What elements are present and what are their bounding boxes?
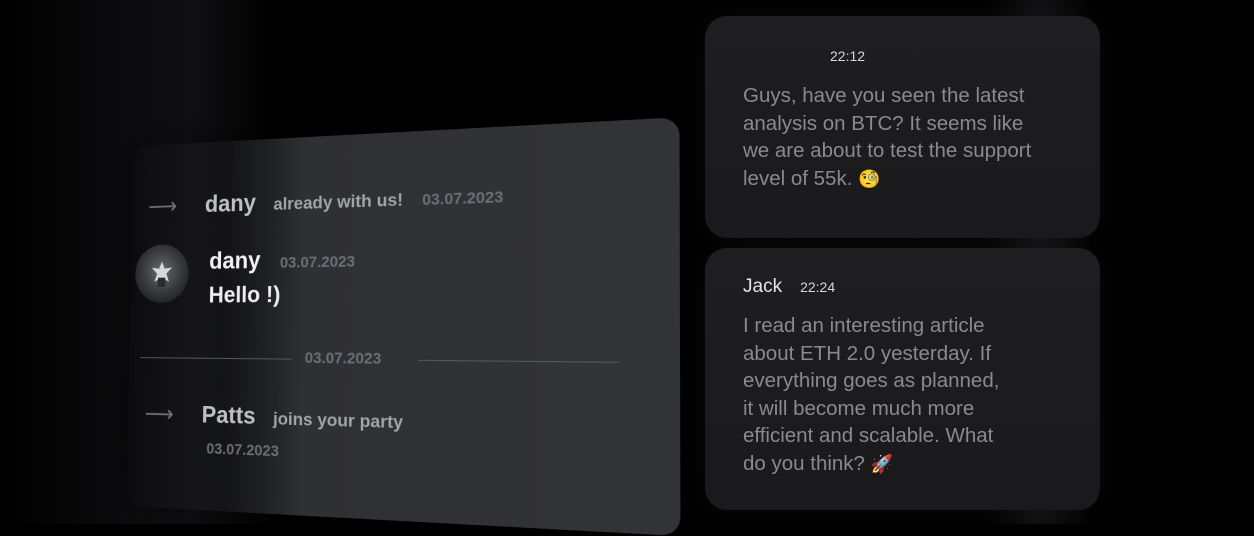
- message-line: level of 55k.: [743, 166, 853, 190]
- message-line: analysis on BTC? It seems like: [743, 111, 1024, 135]
- event-date-row: 03.07.2023: [206, 440, 279, 460]
- event-row: ⟶ dany already with us! 03.07.2023: [148, 179, 503, 220]
- message-user[interactable]: dany: [209, 246, 261, 275]
- message-text: I read an interesting article about ETH …: [743, 312, 999, 478]
- message-text: Guys, have you seen the latest analysis …: [743, 82, 1031, 193]
- avatar[interactable]: [134, 243, 189, 304]
- activity-card: ⟶ dany already with us! 03.07.2023 dany …: [126, 117, 681, 536]
- event-text: joins your party: [273, 408, 404, 433]
- rocket-emoji: 🚀: [870, 453, 894, 475]
- event-row: ⟶ Patts joins your party: [144, 400, 403, 435]
- event-text: already with us!: [273, 189, 404, 214]
- user-avatar-icon: [151, 261, 173, 287]
- message-line: about ETH 2.0 yesterday. If: [743, 341, 992, 365]
- message-meta: 22:12: [830, 48, 865, 64]
- activity-panel: ⟶ dany already with us! 03.07.2023 dany …: [126, 117, 681, 536]
- arrow-right-icon: ⟶: [148, 193, 178, 220]
- divider-right: [418, 359, 620, 363]
- message-date: 03.07.2023: [279, 252, 356, 272]
- message-line: we are about to test the support: [743, 139, 1032, 162]
- date-separator: 03.07.2023: [305, 349, 382, 368]
- message-line: everything goes as planned,: [743, 369, 1000, 392]
- monocle-face-emoji: 🧐: [858, 168, 881, 190]
- arrow-right-icon: ⟶: [144, 401, 174, 428]
- event-date: 03.07.2023: [206, 440, 280, 461]
- message-card[interactable]: Jack 22:24 I read an interesting article…: [705, 248, 1100, 510]
- message-user[interactable]: Jack: [743, 276, 782, 298]
- event-user[interactable]: Patts: [202, 401, 256, 430]
- divider-left: [140, 357, 292, 360]
- message-card[interactable]: 22:12 Guys, have you seen the latest ana…: [705, 16, 1100, 238]
- message-line: Guys, have you seen the latest: [743, 84, 1025, 107]
- message-time: 22:12: [830, 48, 866, 64]
- message-line: it will become much more: [743, 396, 975, 420]
- message-time: 22:24: [800, 279, 836, 295]
- message-meta: Jack 22:24: [743, 276, 835, 298]
- message-text: Hello !): [208, 281, 281, 308]
- event-date: 03.07.2023: [422, 187, 504, 210]
- event-user[interactable]: dany: [205, 189, 256, 218]
- message-line: I read an interesting article: [743, 314, 985, 337]
- message-line: do you think?: [743, 451, 865, 475]
- message-header: dany 03.07.2023: [209, 244, 355, 275]
- message-body: Hello !): [209, 281, 281, 308]
- separator-date: 03.07.2023: [304, 349, 382, 369]
- message-line: efficient and scalable. What: [743, 424, 994, 447]
